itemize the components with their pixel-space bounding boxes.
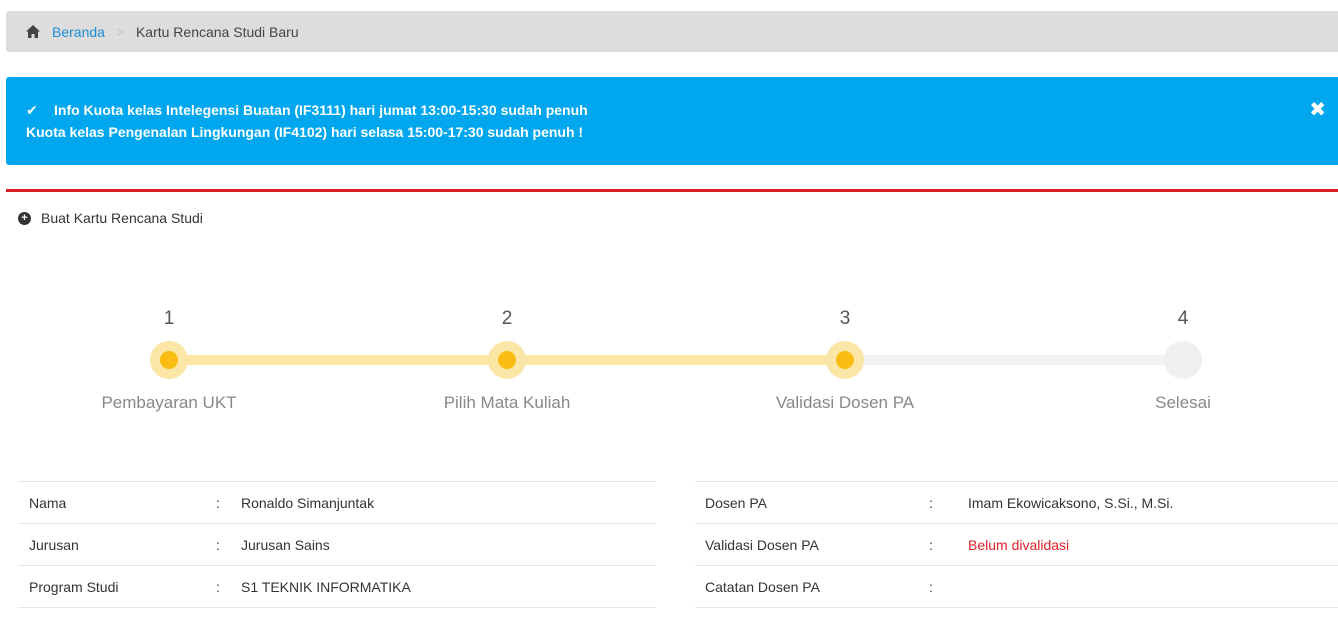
alert-text-2: Kuota kelas Pengenalan Lingkungan (IF410… <box>26 124 584 140</box>
info-colon: : <box>216 494 220 511</box>
alert-line-1: ✔ Info Kuota kelas Intelegensi Buatan (IF… <box>26 99 1338 121</box>
step-2-label: Pilih Mata Kuliah <box>443 393 571 412</box>
info-row-validasi: Validasi Dosen PA : Belum divalidasi <box>695 524 1338 566</box>
close-icon[interactable]: ✖ <box>1309 99 1326 121</box>
step-1-dot <box>150 341 188 379</box>
step-2-dot <box>488 341 526 379</box>
info-key: Catatan Dosen PA <box>705 578 820 595</box>
info-row-dosen-pa: Dosen PA : Imam Ekowicaksono, S.Si., M.S… <box>695 482 1338 524</box>
info-key: Program Studi <box>29 578 119 595</box>
step-track-2-3 <box>507 355 845 365</box>
info-value: Ronaldo Simanjuntak <box>241 494 375 511</box>
box-title: Buat Kartu Rencana Studi <box>41 210 203 226</box>
step-3-label: Validasi Dosen PA <box>775 393 915 412</box>
breadcrumb: Beranda > Kartu Rencana Studi Baru <box>6 11 1338 52</box>
info-key: Jurusan <box>29 536 79 553</box>
info-colon: : <box>929 578 933 595</box>
breadcrumb-home-link[interactable]: Beranda <box>52 24 105 40</box>
step-1-label: Pembayaran UKT <box>101 393 237 412</box>
plus-circle-icon: + <box>18 211 31 225</box>
box-header[interactable]: + Buat Kartu Rencana Studi <box>18 210 203 226</box>
info-colon: : <box>929 494 933 511</box>
krs-box: + Buat Kartu Rencana Studi 1 Pembayaran … <box>6 189 1338 622</box>
step-1-number: 1 <box>163 308 175 329</box>
info-key: Nama <box>29 494 67 511</box>
step-3-dot <box>826 341 864 379</box>
info-alert: ✔ Info Kuota kelas Intelegensi Buatan (IF… <box>6 77 1338 165</box>
check-icon: ✔ <box>26 102 38 118</box>
alert-text-1: Info Kuota kelas Intelegensi Buatan (IF3… <box>54 102 588 118</box>
step-4-dot <box>1164 341 1202 379</box>
info-colon: : <box>216 536 220 553</box>
info-value: Jurusan Sains <box>241 536 330 553</box>
info-colon: : <box>216 578 220 595</box>
student-info-table: Nama : Ronaldo Simanjuntak Jurusan : Jur… <box>18 481 656 608</box>
info-row-catatan: Catatan Dosen PA : <box>695 566 1338 608</box>
advisor-info-table: Dosen PA : Imam Ekowicaksono, S.Si., M.S… <box>695 481 1338 608</box>
info-row-program-studi: Program Studi : S1 TEKNIK INFORMATIKA <box>18 566 656 608</box>
step-track-1-2 <box>169 355 507 365</box>
breadcrumb-separator: > <box>116 24 124 39</box>
info-key: Dosen PA <box>705 494 767 511</box>
info-colon: : <box>929 536 933 553</box>
step-3-number: 3 <box>839 308 851 329</box>
breadcrumb-current: Kartu Rencana Studi Baru <box>135 23 299 40</box>
step-4-label: Selesai <box>1155 393 1211 412</box>
info-row-jurusan: Jurusan : Jurusan Sains <box>18 524 656 566</box>
info-key: Validasi Dosen PA <box>705 536 819 553</box>
info-value: Imam Ekowicaksono, S.Si., M.Si. <box>968 494 1174 511</box>
step-2-number: 2 <box>501 308 513 329</box>
info-row-nama: Nama : Ronaldo Simanjuntak <box>18 482 656 524</box>
validation-status: Belum divalidasi <box>968 536 1070 553</box>
info-value: S1 TEKNIK INFORMATIKA <box>241 578 411 595</box>
step-track-3-4 <box>845 355 1183 365</box>
home-icon[interactable] <box>26 25 40 38</box>
step-4-number: 4 <box>1177 308 1189 329</box>
